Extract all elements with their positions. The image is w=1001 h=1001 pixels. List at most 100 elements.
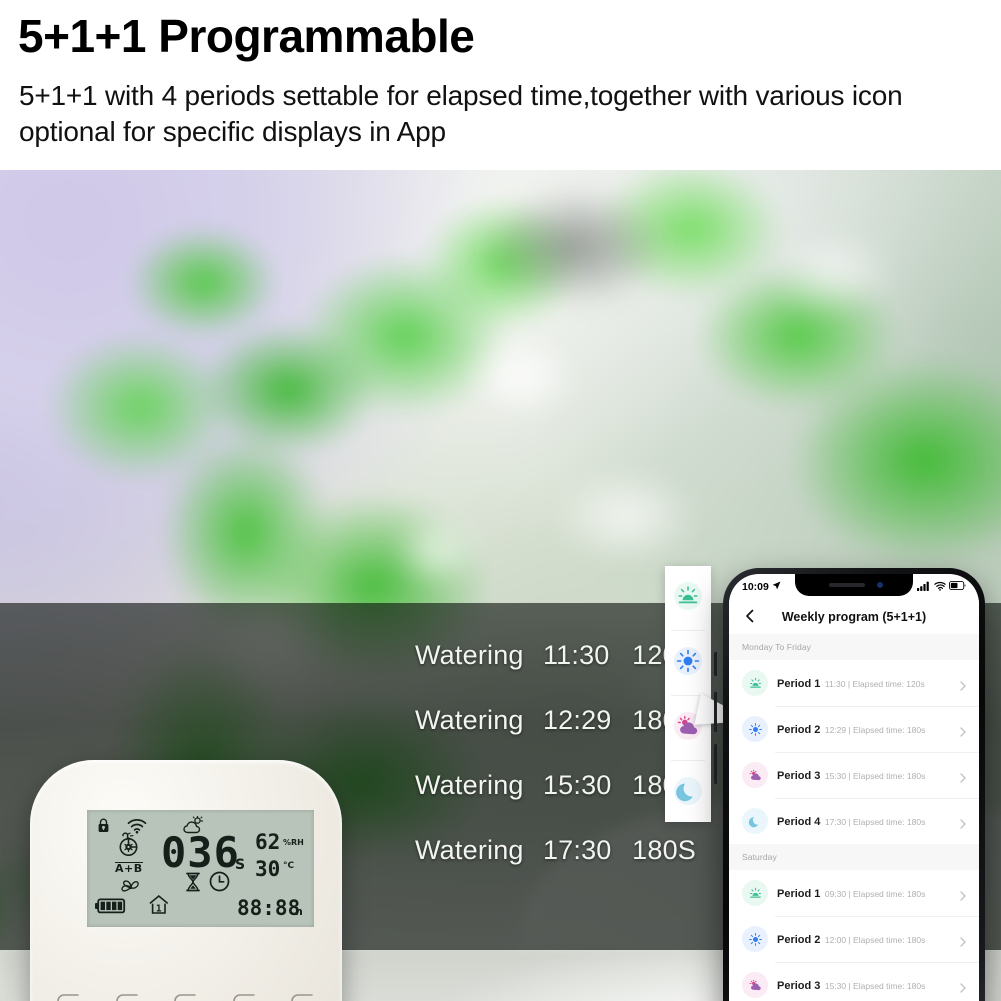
pump-mode-label: A+B bbox=[115, 862, 143, 875]
list-item-text: Period 4 17:30 | Elapsed time: 180s bbox=[777, 812, 958, 830]
list-item[interactable]: Period 2 12:29 | Elapsed time: 180s bbox=[729, 706, 979, 752]
cloud-sun-icon bbox=[742, 762, 768, 788]
status-time: 10:09 bbox=[742, 581, 769, 593]
watering-label: Watering bbox=[415, 835, 524, 865]
chevron-right-icon bbox=[958, 678, 968, 691]
period-subtitle: 11:30 | Elapsed time: 120s bbox=[824, 679, 925, 689]
period-title: Period 2 bbox=[777, 724, 821, 736]
svg-text:1: 1 bbox=[156, 903, 162, 914]
chevron-right-icon bbox=[958, 770, 968, 783]
chevron-right-icon bbox=[958, 980, 968, 993]
list-item-text: Period 2 12:29 | Elapsed time: 180s bbox=[777, 720, 958, 738]
strip-item-sunrise[interactable] bbox=[665, 566, 711, 630]
lcd-temperature-value: 30 bbox=[255, 857, 281, 881]
period-title: Period 1 bbox=[777, 678, 821, 690]
list-item[interactable]: Period 3 15:30 | Elapsed time: 180s bbox=[729, 752, 979, 798]
list-item[interactable]: Period 3 15:30 | Elapsed time: 180s bbox=[729, 962, 979, 1001]
location-arrow-icon bbox=[772, 581, 781, 593]
hero-photo: A+B 1 036 S 62 %RH 30 °C 88:88 h Waterin… bbox=[0, 170, 1001, 1001]
phone-mute-switch bbox=[714, 652, 717, 676]
product-feature-slide: 5+1+1 Programmable 5+1+1 with 4 periods … bbox=[0, 0, 1001, 1001]
earpiece-speaker bbox=[829, 583, 865, 587]
list-item-text: Period 2 12:00 | Elapsed time: 180s bbox=[777, 930, 958, 948]
section-header-saturday: Saturday bbox=[729, 844, 979, 870]
watering-duration: 180S bbox=[632, 835, 696, 865]
list-item-text: Period 3 15:30 | Elapsed time: 180s bbox=[777, 766, 958, 784]
sun-icon bbox=[742, 926, 768, 952]
sun-icon bbox=[673, 646, 703, 681]
lcd-clock-unit: h bbox=[295, 905, 303, 918]
list-item[interactable]: Period 1 09:30 | Elapsed time: 180s bbox=[729, 870, 979, 916]
down-button[interactable] bbox=[282, 985, 326, 1001]
strip-item-moon[interactable] bbox=[665, 761, 711, 825]
wifi-icon bbox=[933, 581, 946, 594]
lock-icon bbox=[97, 818, 110, 838]
battery-icon bbox=[949, 581, 966, 593]
strip-item-sun[interactable] bbox=[665, 631, 711, 695]
section-header-monday-to-friday: Monday To Friday bbox=[729, 634, 979, 660]
page-subtitle: 5+1+1 with 4 periods settable for elapse… bbox=[19, 80, 903, 147]
lcd-main-value: 036 bbox=[161, 828, 240, 877]
header: 5+1+1 Programmable 5+1+1 with 4 periods … bbox=[0, 0, 1001, 170]
device-button-row bbox=[48, 985, 326, 1001]
section-rows-saturday: Period 1 09:30 | Elapsed time: 180s Peri… bbox=[729, 870, 979, 1001]
watering-schedule-list: Watering 11:30 120S Watering 12:29 180S … bbox=[415, 640, 700, 900]
list-item[interactable]: Period 2 12:00 | Elapsed time: 180s bbox=[729, 916, 979, 962]
period-title: Period 3 bbox=[777, 770, 821, 782]
chevron-right-icon bbox=[958, 888, 968, 901]
watering-label: Watering bbox=[415, 640, 524, 670]
period-subtitle: 15:30 | Elapsed time: 180s bbox=[824, 771, 926, 781]
watering-row: Watering 15:30 180S bbox=[415, 770, 700, 835]
list-item-text: Period 1 11:30 | Elapsed time: 120s bbox=[777, 674, 958, 692]
moon-icon bbox=[673, 776, 703, 811]
irrigation-controller: A+B 1 036 S 62 %RH 30 °C 88:88 h bbox=[30, 760, 342, 1001]
chevron-right-icon bbox=[958, 724, 968, 737]
watering-label: Watering bbox=[415, 705, 524, 735]
period-subtitle: 09:30 | Elapsed time: 180s bbox=[824, 889, 926, 899]
period-subtitle: 15:30 | Elapsed time: 180s bbox=[824, 981, 926, 991]
phone-volume-up-button bbox=[714, 692, 717, 732]
watering-row: Watering 17:30 180S bbox=[415, 835, 700, 900]
watering-row: Watering 11:30 120S bbox=[415, 640, 700, 705]
list-item[interactable]: Period 4 17:30 | Elapsed time: 180s bbox=[729, 798, 979, 844]
lcd-main-unit: S bbox=[235, 857, 246, 873]
cloud-sun-icon bbox=[742, 972, 768, 998]
mode-button[interactable] bbox=[107, 985, 151, 1001]
front-camera bbox=[877, 582, 883, 588]
phone-screen: 10:09 Weekly program (5+1+1) Monday To F… bbox=[729, 574, 979, 1001]
moon-icon bbox=[742, 808, 768, 834]
sunrise-icon bbox=[742, 880, 768, 906]
phone-mockup: 10:09 Weekly program (5+1+1) Monday To F… bbox=[714, 568, 985, 1001]
lcd-clock-value: 88:88 bbox=[237, 896, 301, 920]
list-item-text: Period 3 15:30 | Elapsed time: 180s bbox=[777, 976, 958, 994]
photo-pot-shadow bbox=[480, 186, 671, 307]
timer-button[interactable] bbox=[165, 985, 209, 1001]
up-button[interactable] bbox=[224, 985, 268, 1001]
battery-icon bbox=[95, 898, 127, 919]
page-title: Weekly program (5+1+1) bbox=[781, 610, 927, 624]
zone-icon: 1 bbox=[147, 894, 171, 921]
list-item[interactable]: Period 1 11:30 | Elapsed time: 120s bbox=[729, 660, 979, 706]
chevron-right-icon bbox=[958, 816, 968, 829]
period-subtitle: 17:30 | Elapsed time: 180s bbox=[824, 817, 926, 827]
cellular-signal-icon bbox=[917, 581, 930, 594]
period-subtitle: 12:29 | Elapsed time: 180s bbox=[824, 725, 926, 735]
period-title: Period 1 bbox=[777, 888, 821, 900]
watering-time: 12:29 bbox=[542, 705, 612, 735]
status-bar-left: 10:09 bbox=[742, 581, 781, 593]
back-button[interactable] bbox=[742, 608, 758, 624]
period-title: Period 2 bbox=[777, 934, 821, 946]
section-rows-monday-to-friday: Period 1 11:30 | Elapsed time: 120s Peri… bbox=[729, 660, 979, 844]
lcd-display: A+B 1 036 S 62 %RH 30 °C 88:88 h bbox=[87, 810, 314, 927]
status-bar-right bbox=[917, 581, 966, 594]
sun-icon bbox=[742, 716, 768, 742]
app-navigation-bar: Weekly program (5+1+1) bbox=[729, 600, 979, 634]
watering-time: 15:30 bbox=[542, 770, 612, 800]
period-title: Period 3 bbox=[777, 980, 821, 992]
power-button[interactable] bbox=[48, 985, 92, 1001]
weekly-program-list[interactable]: Monday To Friday Period 1 11:30 | Elapse… bbox=[729, 634, 979, 1001]
sunrise-icon bbox=[673, 581, 703, 616]
lcd-humidity-value: 62 bbox=[255, 830, 281, 854]
period-title: Period 4 bbox=[777, 816, 821, 828]
lcd-humidity-unit: %RH bbox=[283, 838, 304, 847]
